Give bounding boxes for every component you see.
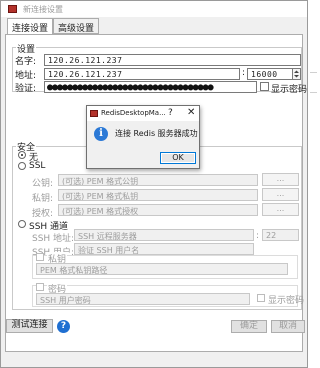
- host-label: 地址:: [15, 71, 37, 81]
- dialog-ok-button[interactable]: OK: [160, 152, 196, 164]
- public-key-label: 公钥:: [32, 179, 54, 189]
- ssh-user-input[interactable]: 验证 SSH 用户名: [74, 243, 254, 255]
- public-key-input[interactable]: (可选) PEM 格式公钥: [58, 174, 258, 186]
- ssh-private-key-path-input[interactable]: PEM 格式私钥路径: [36, 263, 288, 275]
- help-icon[interactable]: ?: [57, 320, 70, 333]
- ssh-host-label: SSH 地址:: [32, 234, 75, 244]
- test-connection-label: 测试连接: [11, 320, 48, 330]
- ssh-port-input[interactable]: 22: [262, 229, 299, 241]
- authority-input[interactable]: (可选) PEM 格式授权: [58, 204, 258, 216]
- dialog-help-icon[interactable]: ?: [168, 108, 173, 118]
- connection-settings-window: 新连接设置 连接设置 高级设置 设置 名字: 120.26.121.237 地址…: [0, 0, 308, 368]
- private-key-label: 私钥:: [32, 194, 54, 204]
- ssh-password-input[interactable]: SSH 用户密码: [36, 293, 250, 305]
- ssh-host-input[interactable]: SSH 远程服务器: [74, 229, 254, 241]
- dialog-title: RedisDesktopMa...: [101, 109, 166, 117]
- security-none-radio[interactable]: [18, 151, 26, 159]
- port-spinner[interactable]: [293, 68, 301, 80]
- name-input[interactable]: 120.26.121.237: [44, 54, 301, 66]
- window-titlebar[interactable]: 新连接设置: [1, 1, 307, 17]
- port-input[interactable]: 16000: [247, 68, 293, 80]
- ssh-show-password-checkbox[interactable]: [257, 294, 265, 302]
- auth-label: 验证:: [15, 84, 37, 94]
- security-ssl-radio[interactable]: [18, 162, 26, 170]
- tab-advanced-settings[interactable]: 高级设置: [53, 18, 100, 34]
- info-icon: i: [94, 127, 108, 141]
- auth-password-input[interactable]: ●●●●●●●●●●●●●●●●●●●●●●●●●●●●●●●●●: [44, 81, 257, 93]
- port-separator: :: [242, 68, 246, 78]
- dialog-close-icon[interactable]: ✕: [187, 107, 195, 118]
- background-window-strip: [309, 0, 317, 368]
- dialog-titlebar[interactable]: RedisDesktopMa... ? ✕: [87, 106, 199, 121]
- spinner-arrows-icon: [294, 70, 299, 78]
- background-divider: [310, 72, 317, 73]
- background-divider: [310, 92, 317, 93]
- ok-button[interactable]: 确定: [231, 320, 267, 333]
- security-ssl-label: SSL: [29, 161, 46, 171]
- private-key-browse-button[interactable]: ...: [262, 188, 299, 201]
- ssh-password-checkbox[interactable]: [36, 283, 44, 291]
- name-label: 名字:: [15, 57, 37, 67]
- private-key-input[interactable]: (可选) PEM 格式私钥: [58, 189, 258, 201]
- tab-panel: 设置 名字: 120.26.121.237 地址: 120.26.121.237…: [5, 34, 307, 352]
- ssh-private-key-checkbox[interactable]: [36, 253, 44, 261]
- test-connection-button[interactable]: 测试连接: [6, 319, 53, 333]
- dialog-app-icon: [90, 110, 98, 117]
- window-title: 新连接设置: [23, 5, 63, 14]
- public-key-browse-button[interactable]: ...: [262, 173, 299, 186]
- authority-label: 授权:: [32, 209, 54, 219]
- security-ssh-radio[interactable]: [18, 220, 26, 228]
- authority-browse-button[interactable]: ...: [262, 203, 299, 216]
- password-mask: ●●●●●●●●●●●●●●●●●●●●●●●●●●●●●●●●●: [47, 82, 214, 93]
- show-password-checkbox[interactable]: [260, 82, 269, 91]
- app-icon: [8, 5, 17, 13]
- success-dialog: RedisDesktopMa... ? ✕ i 连接 Redis 服务器成功 O…: [86, 105, 200, 169]
- cancel-button[interactable]: 取消: [271, 320, 305, 333]
- show-password-label: 显示密码: [271, 85, 308, 95]
- tab-connection-settings[interactable]: 连接设置: [7, 18, 54, 35]
- dialog-message: 连接 Redis 服务器成功: [115, 129, 198, 138]
- host-input[interactable]: 120.26.121.237: [44, 68, 240, 80]
- ssh-port-separator: :: [256, 231, 260, 241]
- ssh-show-password-label: 显示密码: [268, 296, 305, 306]
